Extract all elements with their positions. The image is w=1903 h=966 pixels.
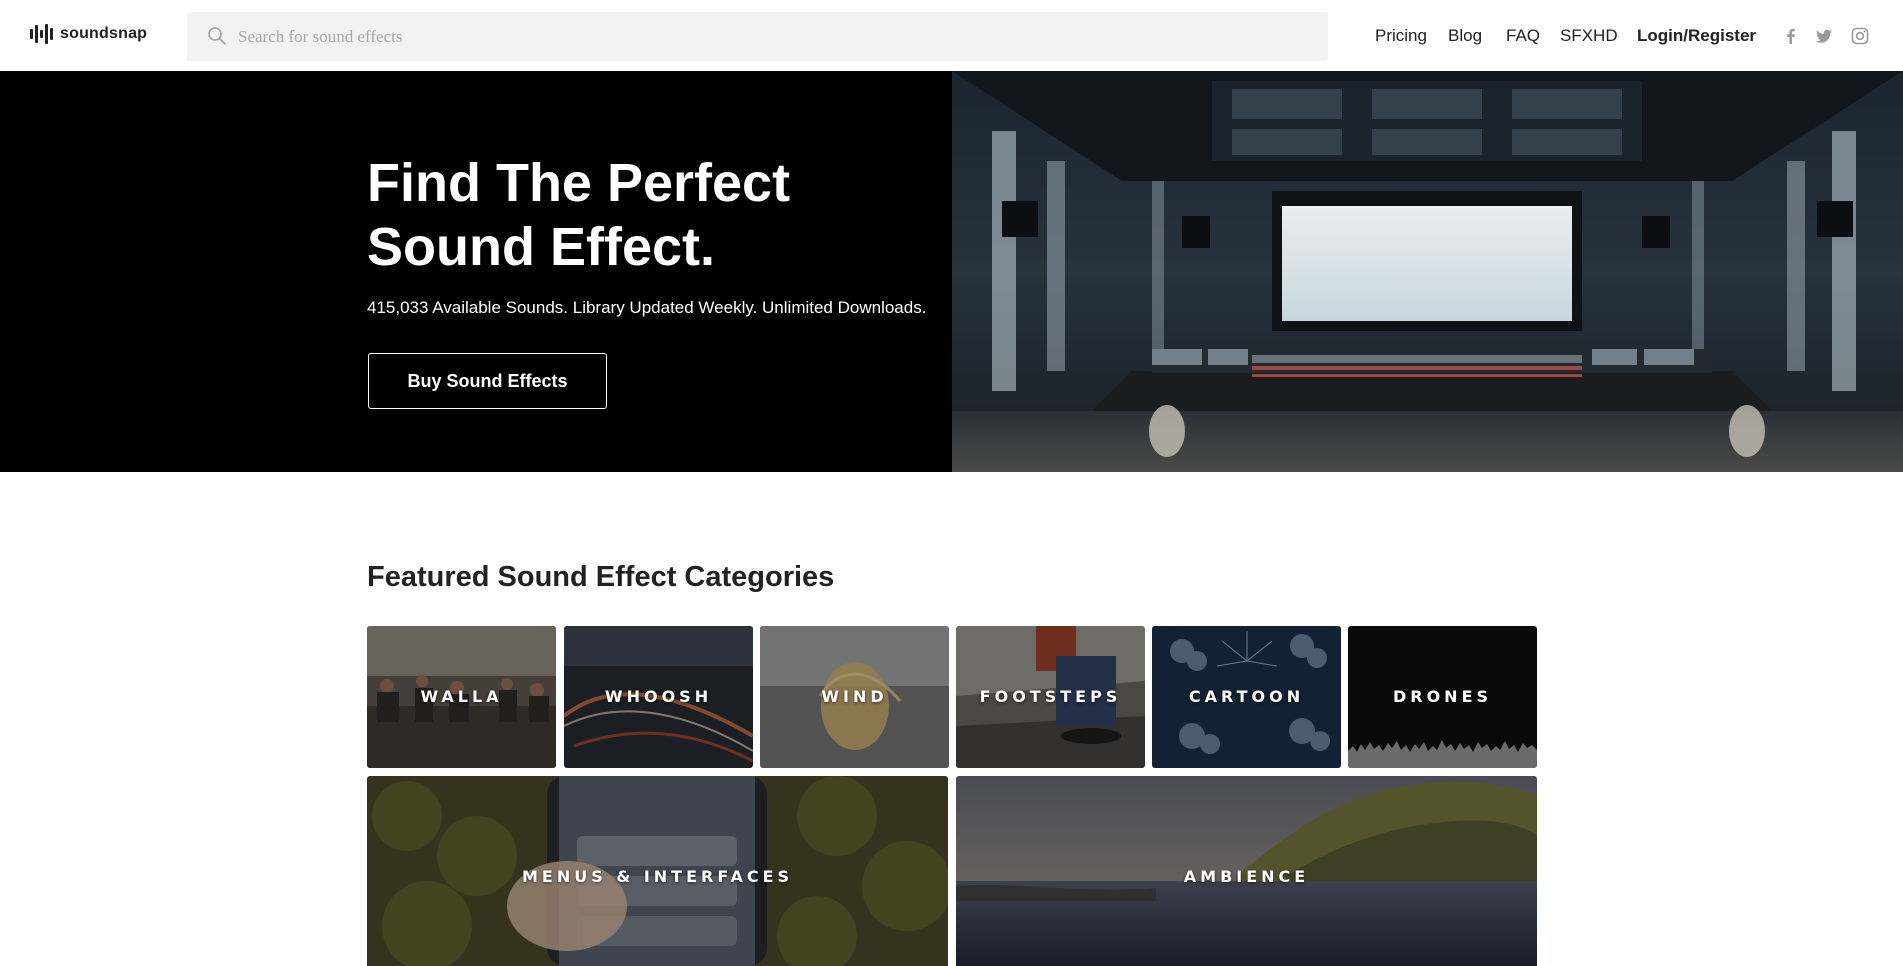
search-icon xyxy=(208,27,226,45)
hero-text-panel: Find The Perfect Sound Effect. 415,033 A… xyxy=(0,71,952,472)
soundsnap-logo[interactable]: soundsnap xyxy=(30,22,147,46)
category-label: WHOOSH xyxy=(604,687,713,706)
facebook-icon[interactable] xyxy=(1781,26,1801,46)
nav-item-login: Login/Register xyxy=(1637,24,1756,48)
hero-title: Find The Perfect Sound Effect. xyxy=(367,151,927,279)
studio-photo xyxy=(952,71,1903,472)
faq-link[interactable]: FAQ xyxy=(1506,26,1540,46)
nav-item-pricing: Pricing xyxy=(1375,24,1427,48)
category-label: AMBIENCE xyxy=(1183,867,1310,886)
category-label: CARTOON xyxy=(1188,687,1305,706)
featured-categories-heading: Featured Sound Effect Categories xyxy=(367,561,835,593)
login-register-link[interactable]: Login/Register xyxy=(1637,26,1756,46)
nav-item-faq: FAQ xyxy=(1506,24,1540,48)
category-tile-ambience[interactable]: AMBIENCE xyxy=(956,776,1537,966)
category-label: WIND xyxy=(821,687,888,706)
search-bar xyxy=(187,12,1328,61)
category-tile-whoosh[interactable]: WHOOSH xyxy=(564,626,753,768)
hero-title-line-2: Sound Effect. xyxy=(367,217,715,277)
search-input[interactable] xyxy=(238,12,1308,61)
nav-item-blog: Blog xyxy=(1448,24,1482,48)
nav-item-sfxhd: SFXHD xyxy=(1560,24,1618,48)
category-label: MENUS & INTERFACES xyxy=(521,867,794,886)
category-tile-drones[interactable]: DRONES xyxy=(1348,626,1537,768)
pricing-link[interactable]: Pricing xyxy=(1375,26,1427,46)
category-label: FOOTSTEPS xyxy=(979,687,1122,706)
category-label: DRONES xyxy=(1392,687,1493,706)
brand-name: soundsnap xyxy=(60,25,148,42)
twitter-icon[interactable] xyxy=(1814,26,1834,46)
blog-link[interactable]: Blog xyxy=(1448,26,1482,46)
category-tile-footsteps[interactable]: FOOTSTEPS xyxy=(956,626,1145,768)
hero-section: Find The Perfect Sound Effect. 415,033 A… xyxy=(0,71,1903,472)
category-tile-cartoon[interactable]: CARTOON xyxy=(1152,626,1341,768)
category-tile-menus-interfaces[interactable]: MENUS & INTERFACES xyxy=(367,776,948,966)
category-label: WALLA xyxy=(420,687,503,706)
waveform-logo-icon xyxy=(30,23,53,45)
category-tile-walla[interactable]: WALLA xyxy=(367,626,556,768)
category-tile-wind[interactable]: WIND xyxy=(760,626,949,768)
hero-title-line-1: Find The Perfect xyxy=(367,153,791,213)
site-header: soundsnap Pricing Blog FAQ SFXHD Login/R… xyxy=(0,0,1903,71)
sfxhd-link[interactable]: SFXHD xyxy=(1560,26,1618,46)
hero-subtitle: 415,033 Available Sounds. Library Update… xyxy=(367,298,927,317)
buy-sound-effects-button[interactable]: Buy Sound Effects xyxy=(368,353,607,409)
instagram-icon[interactable] xyxy=(1850,26,1870,46)
